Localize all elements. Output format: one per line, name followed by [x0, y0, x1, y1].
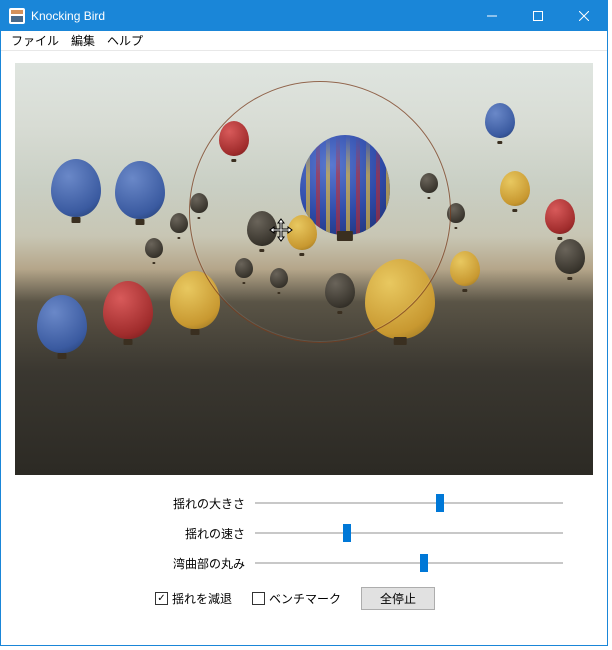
image-canvas[interactable]: [15, 63, 593, 475]
app-icon: [9, 8, 25, 24]
controls-panel: 揺れの大きさ 揺れの速さ 湾曲部の丸み: [15, 493, 593, 610]
balloon-icon: [325, 273, 355, 308]
bend-roundness-slider[interactable]: [255, 553, 563, 573]
menubar: ファイル 編集 ヘルプ: [1, 31, 607, 51]
balloon-icon: [170, 271, 220, 329]
balloon-icon: [37, 295, 87, 353]
balloon-icon: [300, 135, 390, 235]
slider-label: 湾曲部の丸み: [155, 555, 245, 572]
benchmark-checkbox[interactable]: ベンチマーク: [252, 590, 341, 607]
slider-track: [255, 502, 563, 504]
checkbox-label: ベンチマーク: [269, 590, 341, 607]
balloons-photo: [15, 63, 593, 475]
app-window: Knocking Bird ファイル 編集 ヘルプ: [0, 0, 608, 646]
slider-thumb: [420, 554, 428, 572]
slider-row-bend-roundness: 湾曲部の丸み: [155, 553, 563, 573]
content-area: 揺れの大きさ 揺れの速さ 湾曲部の丸み: [1, 51, 607, 645]
balloon-icon: [555, 239, 585, 274]
stop-all-button[interactable]: 全停止: [361, 587, 435, 610]
balloon-icon: [103, 281, 153, 339]
checkbox-label: 揺れを減退: [172, 590, 232, 607]
balloon-icon: [190, 193, 208, 213]
balloon-icon: [170, 213, 188, 233]
balloon-icon: [219, 121, 249, 156]
balloon-icon: [270, 268, 288, 288]
balloon-icon: [287, 215, 317, 250]
close-button[interactable]: [561, 1, 607, 31]
balloon-icon: [500, 171, 530, 206]
balloon-icon: [145, 238, 163, 258]
slider-label: 揺れの大きさ: [155, 495, 245, 512]
menu-file[interactable]: ファイル: [5, 30, 65, 51]
titlebar: Knocking Bird: [1, 1, 607, 31]
checkbox-box: [252, 592, 265, 605]
window-title: Knocking Bird: [31, 9, 469, 23]
reduce-shake-checkbox[interactable]: ✓ 揺れを減退: [155, 590, 232, 607]
maximize-button[interactable]: [515, 1, 561, 31]
window-controls: [469, 1, 607, 31]
slider-thumb: [436, 494, 444, 512]
checkbox-box: ✓: [155, 592, 168, 605]
balloon-icon: [420, 173, 438, 193]
minimize-button[interactable]: [469, 1, 515, 31]
balloon-icon: [545, 199, 575, 234]
slider-track: [255, 532, 563, 534]
shake-speed-slider[interactable]: [255, 523, 563, 543]
balloon-icon: [447, 203, 465, 223]
menu-help[interactable]: ヘルプ: [101, 30, 149, 51]
balloon-icon: [235, 258, 253, 278]
shake-size-slider[interactable]: [255, 493, 563, 513]
slider-thumb: [343, 524, 351, 542]
slider-row-shake-speed: 揺れの速さ: [155, 523, 563, 543]
balloon-icon: [485, 103, 515, 138]
balloon-icon: [51, 159, 101, 217]
balloon-icon: [247, 211, 277, 246]
slider-label: 揺れの速さ: [155, 525, 245, 542]
slider-row-shake-size: 揺れの大きさ: [155, 493, 563, 513]
menu-edit[interactable]: 編集: [65, 30, 101, 51]
balloon-icon: [115, 161, 165, 219]
slider-track: [255, 562, 563, 564]
balloon-icon: [365, 259, 435, 339]
bottom-controls-row: ✓ 揺れを減退 ベンチマーク 全停止: [155, 587, 563, 610]
balloon-icon: [450, 251, 480, 286]
